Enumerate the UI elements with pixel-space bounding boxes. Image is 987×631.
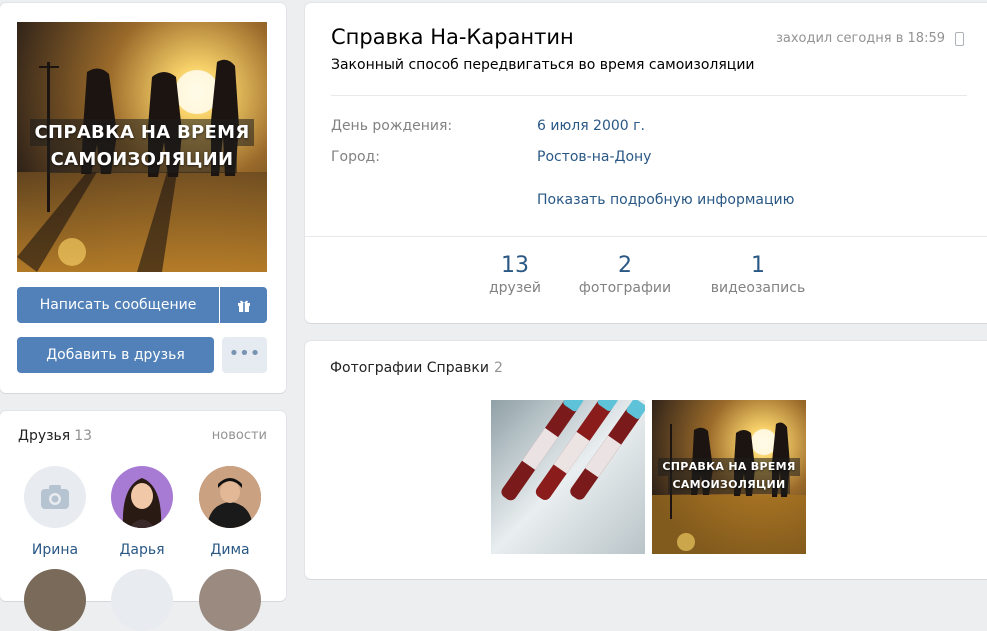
stat-number: 1 bbox=[751, 253, 765, 278]
avatar-photo bbox=[199, 466, 261, 528]
stat-number: 2 bbox=[618, 253, 632, 278]
photo-thumbnail[interactable] bbox=[491, 400, 645, 554]
gift-icon bbox=[237, 300, 250, 312]
friend-avatar bbox=[24, 569, 86, 631]
online-status: заходил сегодня в 18:59 bbox=[775, 31, 945, 46]
show-more-info-link[interactable]: Показать подробную информацию bbox=[537, 192, 794, 208]
friends-news-link[interactable]: новости bbox=[212, 428, 267, 443]
friend-avatar bbox=[199, 569, 261, 631]
profile-info-card: Справка На-Карантин заходил сегодня в 18… bbox=[305, 3, 987, 323]
mobile-icon bbox=[955, 32, 964, 46]
friends-title: Друзья bbox=[18, 428, 71, 444]
city-value[interactable]: Ростов-на-Дону bbox=[537, 149, 651, 165]
more-actions-button[interactable]: ••• bbox=[222, 337, 267, 373]
friend-item[interactable] bbox=[190, 569, 270, 631]
friend-name: Дима bbox=[210, 542, 250, 558]
photos-count: 2 bbox=[493, 360, 503, 376]
friend-name: Дарья bbox=[119, 542, 165, 558]
friends-block: Друзья 13 новости Ирина Дарья Дима bbox=[0, 411, 286, 631]
friend-item[interactable]: Дима bbox=[190, 466, 270, 558]
avatar-poster-text: СПРАВКА НА ВРЕМЯ САМОИЗОЛЯЦИИ bbox=[17, 119, 267, 173]
send-message-button[interactable]: Написать сообщение bbox=[17, 287, 219, 323]
avatar-card: СПРАВКА НА ВРЕМЯ САМОИЗОЛЯЦИИ Написать с… bbox=[0, 3, 286, 393]
photos-header[interactable]: Фотографии Справки 2 bbox=[330, 360, 503, 376]
birthday-value[interactable]: 6 июля 2000 г. bbox=[537, 118, 645, 134]
stat-number: 13 bbox=[501, 253, 529, 278]
friend-avatar bbox=[111, 466, 173, 528]
friend-item[interactable]: Дарья bbox=[102, 466, 182, 558]
stat-photos[interactable]: 2 фотографии bbox=[565, 253, 685, 296]
divider bbox=[331, 95, 967, 96]
friends-count: 13 bbox=[74, 428, 93, 444]
avatar-poster-line1: СПРАВКА НА ВРЕМЯ bbox=[30, 119, 254, 146]
photos-title: Фотографии Справки bbox=[330, 360, 489, 376]
photo-poster-line2: САМОИЗОЛЯЦИИ bbox=[668, 476, 790, 494]
friend-avatar bbox=[199, 466, 261, 528]
friend-avatar bbox=[111, 569, 173, 631]
add-friend-button[interactable]: Добавить в друзья bbox=[17, 337, 214, 373]
birthday-label: День рождения: bbox=[331, 118, 453, 134]
profile-status[interactable]: Законный способ передвигаться во время с… bbox=[331, 57, 755, 73]
stat-label: видеозапись bbox=[710, 280, 806, 296]
friends-header[interactable]: Друзья 13 bbox=[18, 428, 92, 444]
photos-block: Фотографии Справки 2 СПРАВКА НА ВРЕМЯ СА… bbox=[305, 341, 987, 579]
friend-item[interactable]: Ирина bbox=[15, 466, 95, 558]
stat-label: фотографии bbox=[578, 280, 672, 296]
photo-test-tubes bbox=[491, 400, 645, 554]
city-label: Город: bbox=[331, 149, 380, 165]
friend-avatar bbox=[24, 466, 86, 528]
photo-poster-text: СПРАВКА НА ВРЕМЯ САМОИЗОЛЯЦИИ bbox=[652, 458, 806, 494]
stat-friends[interactable]: 13 друзей bbox=[455, 253, 575, 296]
photo-thumbnail[interactable]: СПРАВКА НА ВРЕМЯ САМОИЗОЛЯЦИИ bbox=[652, 400, 806, 554]
divider bbox=[305, 236, 987, 237]
photo-poster-line1: СПРАВКА НА ВРЕМЯ bbox=[658, 458, 800, 476]
camera-icon bbox=[41, 485, 69, 509]
send-gift-button[interactable] bbox=[220, 287, 267, 323]
page-title: Справка На-Карантин bbox=[331, 25, 574, 49]
friend-item[interactable] bbox=[102, 569, 182, 631]
avatar-photo bbox=[122, 478, 162, 528]
stat-videos[interactable]: 1 видеозапись bbox=[698, 253, 818, 296]
stat-label: друзей bbox=[488, 280, 541, 296]
profile-avatar[interactable]: СПРАВКА НА ВРЕМЯ САМОИЗОЛЯЦИИ bbox=[17, 22, 267, 272]
avatar-poster-line2: САМОИЗОЛЯЦИИ bbox=[46, 146, 238, 173]
friend-name: Ирина bbox=[31, 542, 79, 558]
friend-item[interactable] bbox=[15, 569, 95, 631]
